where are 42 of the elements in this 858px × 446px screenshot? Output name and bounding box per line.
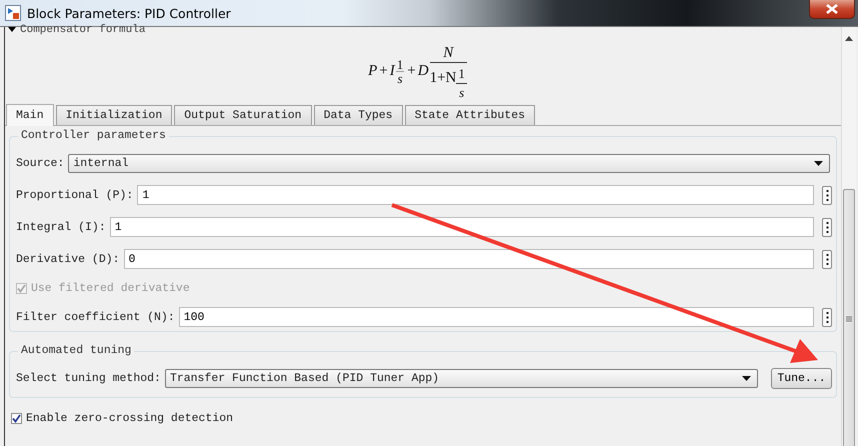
field-label: Proportional (P): — [16, 188, 134, 202]
field-label: Derivative (D): — [16, 252, 120, 266]
group-title: Automated tuning — [18, 345, 134, 357]
vertical-dots-icon — [826, 190, 828, 200]
close-icon — [825, 4, 839, 14]
vertical-dots-icon — [826, 222, 828, 232]
scrollbar[interactable] — [841, 27, 856, 446]
section-heading: Compensator formula — [20, 24, 146, 34]
checkbox-label: Use filtered derivative — [31, 282, 190, 294]
dropdown[interactable]: internal — [68, 154, 830, 172]
input-field[interactable]: 1 — [110, 217, 814, 237]
tab[interactable]: Initialization — [56, 105, 172, 125]
field-label: Source: — [16, 156, 64, 170]
tab[interactable]: Main — [6, 104, 54, 126]
field-label: Select tuning method: — [16, 372, 161, 384]
input-field[interactable]: 1 — [137, 185, 814, 205]
scroll-thumb[interactable] — [843, 189, 855, 446]
input-field[interactable]: 0 — [124, 249, 814, 269]
scroll-up-icon[interactable] — [845, 36, 853, 41]
group-title: Controller parameters — [18, 130, 169, 142]
caret-icon — [814, 160, 823, 166]
caret-icon — [742, 376, 751, 380]
field-label: Filter coefficient (N): — [16, 310, 175, 324]
more-options-button[interactable] — [822, 218, 832, 236]
close-button[interactable] — [809, 0, 855, 19]
dropdown[interactable]: Transfer Function Based (PID Tuner App) — [164, 368, 758, 388]
tune-button[interactable]: Tune... — [770, 368, 832, 388]
tab[interactable]: Data Types — [314, 105, 403, 125]
tab[interactable]: Output Saturation — [174, 105, 312, 125]
input-field[interactable]: 100 — [178, 307, 814, 327]
window-title: Block Parameters: PID Controller — [27, 6, 231, 20]
more-options-button[interactable] — [822, 308, 832, 326]
field-label: Integral (I): — [16, 220, 106, 234]
collapse-icon[interactable] — [8, 27, 16, 32]
vertical-dots-icon — [826, 312, 828, 322]
tab[interactable]: State Attributes — [404, 105, 535, 125]
app-icon — [5, 5, 21, 21]
vertical-dots-icon — [826, 254, 828, 264]
checkbox-label: Enable zero-crossing detection — [26, 412, 234, 424]
checkbox[interactable] — [11, 412, 22, 424]
more-options-button[interactable] — [822, 186, 832, 204]
more-options-button[interactable] — [822, 250, 832, 268]
